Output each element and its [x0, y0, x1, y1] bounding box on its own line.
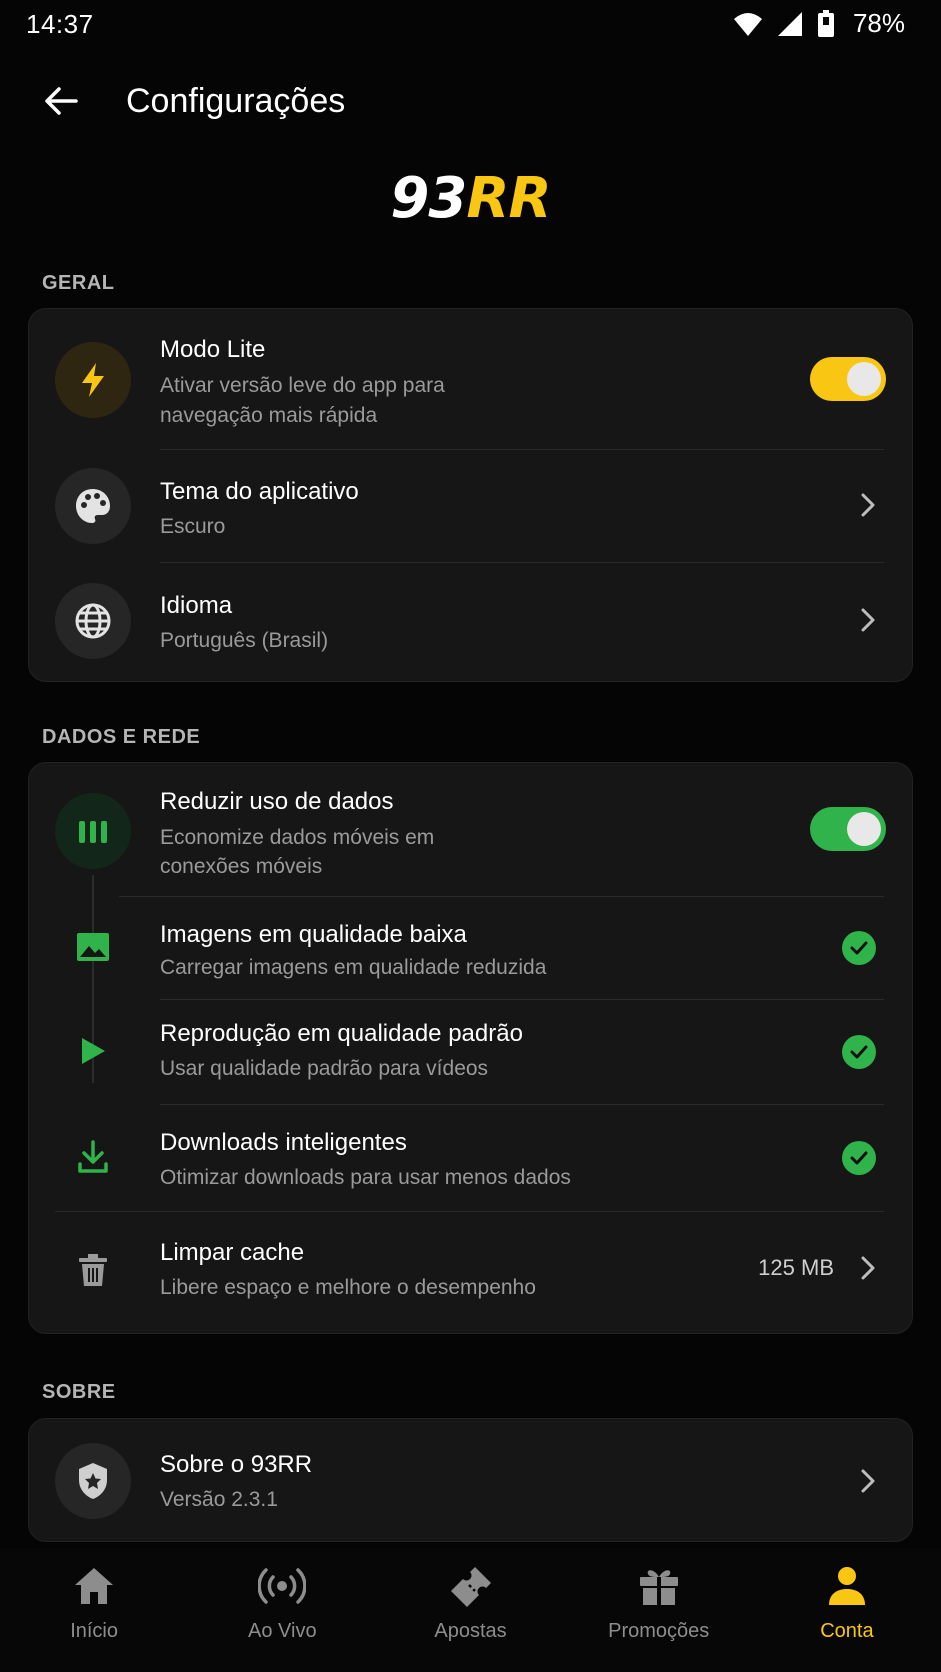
chevron-right-icon	[856, 1464, 880, 1498]
lite-mode-row[interactable]: Modo Lite Ativar versão leve do app para…	[29, 309, 914, 449]
arrow-left-icon	[44, 86, 78, 121]
clear-cache-subtitle: Libere espaço e melhore o desempenho	[160, 1276, 536, 1299]
standard-playback-row[interactable]: Reprodução em qualidade padrão Usar qual…	[29, 1000, 914, 1104]
battery-percentage: 78%	[852, 8, 905, 38]
about-app-row[interactable]: Sobre o 93RR Versão 2.3.1	[29, 1419, 914, 1543]
lite-mode-toggle[interactable]	[810, 357, 886, 401]
gift-icon	[635, 1562, 683, 1610]
live-broadcast-icon	[258, 1562, 307, 1610]
nav-label-promotions: Promoções	[608, 1620, 710, 1642]
palette-icon	[55, 468, 131, 544]
status-icons: 78%	[733, 8, 905, 39]
language-value: Português (Brasil)	[160, 629, 329, 652]
nav-label-live: Ao Vivo	[248, 1620, 317, 1642]
nav-label-account: Conta	[820, 1620, 874, 1642]
standard-playback-subtitle: Usar qualidade padrão para vídeos	[160, 1057, 489, 1080]
cellular-signal-icon	[777, 11, 803, 37]
lite-mode-title: Modo Lite	[160, 336, 266, 363]
status-time: 14:37	[26, 9, 94, 39]
language-title: Idioma	[160, 592, 233, 619]
reduce-data-toggle[interactable]	[810, 807, 886, 851]
brand-logo-part2: RR	[466, 166, 551, 231]
back-button[interactable]	[36, 78, 86, 128]
clear-cache-title: Limpar cache	[160, 1239, 305, 1266]
cache-size-value: 125 MB	[758, 1255, 834, 1280]
reduce-data-subtitle-line1: Economize dados móveis em	[160, 826, 435, 849]
nav-item-home[interactable]: Início	[0, 1548, 188, 1672]
about-app-title: Sobre o 93RR	[160, 1451, 313, 1478]
battery-icon	[817, 9, 835, 38]
check-circle-icon[interactable]	[842, 931, 876, 965]
ticket-icon	[447, 1562, 495, 1610]
toggle-knob	[847, 812, 881, 846]
check-circle-icon[interactable]	[842, 1035, 876, 1069]
play-icon	[67, 1025, 119, 1077]
globe-icon	[55, 583, 131, 659]
about-card: Sobre o 93RR Versão 2.3.1	[28, 1418, 913, 1542]
clear-cache-row[interactable]: Limpar cache Libere espaço e melhore o d…	[29, 1212, 914, 1333]
chevron-right-icon	[856, 1251, 880, 1285]
smart-downloads-row[interactable]: Downloads inteligentes Otimizar download…	[29, 1105, 914, 1211]
status-bar: 14:37 78%	[0, 0, 941, 50]
home-icon	[70, 1562, 118, 1610]
section-label-general: GERAL	[42, 272, 115, 294]
nav-item-bets[interactable]: Apostas	[376, 1548, 564, 1672]
bottom-navigation: Início Ao Vivo Apostas Promoções Conta	[0, 1548, 941, 1672]
user-icon	[823, 1562, 871, 1610]
nav-label-home: Início	[70, 1620, 118, 1642]
nav-item-live[interactable]: Ao Vivo	[188, 1548, 376, 1672]
reduce-data-subtitle-line2: conexões móveis	[160, 855, 323, 878]
nav-item-promotions[interactable]: Promoções	[565, 1548, 753, 1672]
nav-item-account[interactable]: Conta	[753, 1548, 941, 1672]
trash-icon	[67, 1244, 119, 1296]
nav-label-bets: Apostas	[434, 1620, 507, 1642]
low-quality-images-row[interactable]: Imagens em qualidade baixa Carregar imag…	[29, 897, 914, 999]
brand-logo: 93RR	[0, 166, 941, 231]
lite-mode-subtitle-line1: Ativar versão leve do app para	[160, 374, 445, 397]
reduce-data-title: Reduzir uso de dados	[160, 788, 394, 815]
smart-downloads-subtitle: Otimizar downloads para usar menos dados	[160, 1166, 571, 1189]
app-version: Versão 2.3.1	[160, 1488, 278, 1511]
low-quality-images-title: Imagens em qualidade baixa	[160, 921, 467, 948]
chevron-right-icon	[856, 488, 880, 522]
standard-playback-title: Reprodução em qualidade padrão	[160, 1020, 523, 1047]
shield-star-icon	[55, 1443, 131, 1519]
language-row[interactable]: Idioma Português (Brasil)	[29, 563, 914, 681]
data-settings-card: Reduzir uso de dados Economize dados móv…	[28, 762, 913, 1334]
page-title: Configurações	[126, 82, 346, 120]
general-settings-card: Modo Lite Ativar versão leve do app para…	[28, 308, 913, 682]
theme-title: Tema do aplicativo	[160, 478, 359, 505]
download-icon	[67, 1131, 119, 1183]
brand-logo-part1: 93	[390, 166, 467, 231]
section-label-data: DADOS E REDE	[42, 726, 201, 748]
section-label-about: SOBRE	[42, 1381, 116, 1403]
smart-downloads-title: Downloads inteligentes	[160, 1129, 407, 1156]
app-header: Configurações	[0, 60, 941, 146]
image-icon	[67, 921, 119, 973]
reduce-data-row[interactable]: Reduzir uso de dados Economize dados móv…	[29, 763, 914, 896]
low-quality-images-subtitle: Carregar imagens em qualidade reduzida	[160, 956, 547, 979]
theme-row[interactable]: Tema do aplicativo Escuro	[29, 450, 914, 562]
check-circle-icon[interactable]	[842, 1141, 876, 1175]
lite-mode-subtitle-line2: navegação mais rápida	[160, 404, 378, 427]
wifi-icon	[733, 11, 763, 37]
lightning-icon	[55, 342, 131, 418]
signal-bars-icon	[55, 793, 131, 869]
toggle-knob	[847, 362, 881, 396]
chevron-right-icon	[856, 603, 880, 637]
theme-value: Escuro	[160, 515, 226, 538]
